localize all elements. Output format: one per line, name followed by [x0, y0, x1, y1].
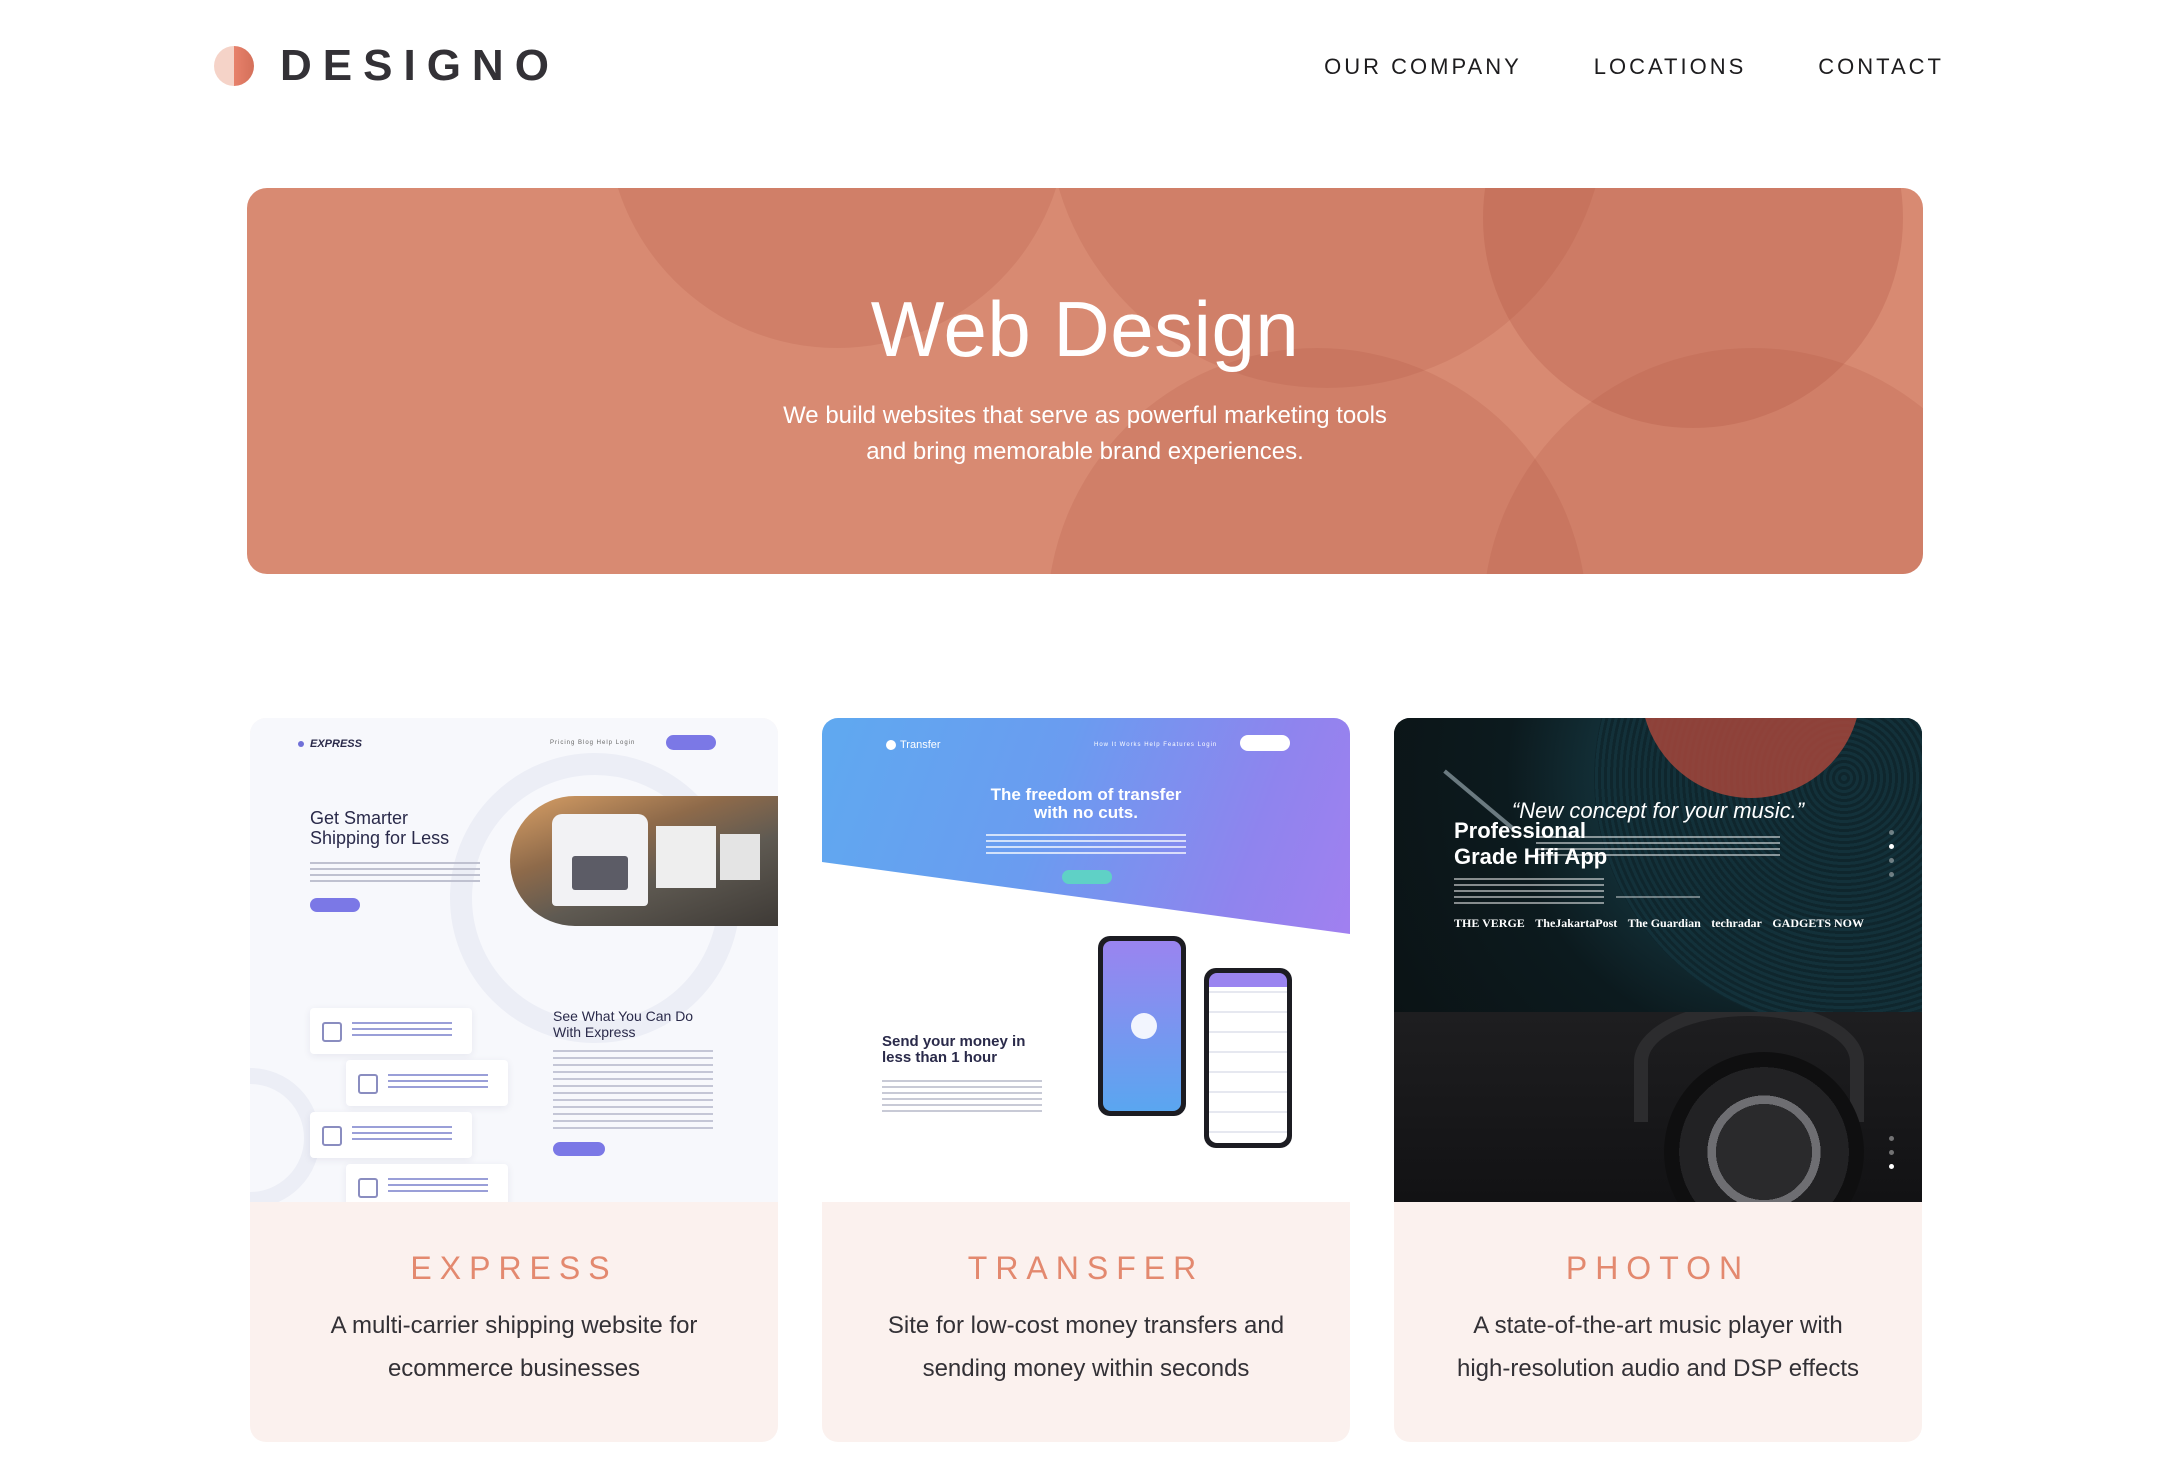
- page-title: Web Design: [870, 285, 1300, 373]
- truck-photo: [510, 796, 778, 926]
- photon-thumbnail: “New concept for your music.” THE VERGE …: [1394, 718, 1922, 1202]
- nav-locations[interactable]: LOCATIONS: [1594, 52, 1747, 82]
- express-section-heading: See What You Can Do With Express: [553, 1008, 694, 1040]
- transfer-section-heading: Send your money in less than 1 hour: [882, 1033, 1026, 1066]
- press-logos: THE VERGE TheJakartaPost The Guardian te…: [1454, 916, 1864, 931]
- hero-subtitle-line2: and bring memorable brand experiences.: [866, 438, 1304, 465]
- press-logo: GADGETS NOW: [1772, 916, 1864, 930]
- slide-dot: [1889, 1164, 1894, 1169]
- press-logo: The Guardian: [1627, 916, 1701, 930]
- card-title: EXPRESS: [410, 1250, 618, 1286]
- feature-box: [310, 1112, 472, 1158]
- logo[interactable]: DESIGNO: [214, 44, 560, 88]
- transfer-thumbnail: Transfer How It Works Help Features Logi…: [822, 718, 1350, 1202]
- express-signup-pill: [666, 735, 716, 750]
- slide-dot: [1889, 830, 1894, 835]
- feature-box: [310, 1008, 472, 1054]
- transfer-register-pill: [1240, 735, 1290, 751]
- hero-subtitle: We build websites that serve as powerful…: [735, 398, 1435, 470]
- photon-divider: [1616, 896, 1700, 898]
- project-card-photon[interactable]: “New concept for your music.” THE VERGE …: [1394, 718, 1922, 1442]
- hero-decor-circle: [1483, 348, 1923, 574]
- card-description: A state-of-the-art music player with hig…: [1456, 1312, 1860, 1382]
- transfer-section-lines: [882, 1080, 1042, 1116]
- phone-screen: [1209, 973, 1287, 1143]
- press-logo: techradar: [1711, 916, 1762, 930]
- truck-trailer: [656, 826, 716, 888]
- card-title: TRANSFER: [967, 1250, 1205, 1286]
- phone-mockup: [1098, 936, 1186, 1116]
- slide-dot: [1889, 872, 1894, 877]
- express-thumbnail: EXPRESS Pricing Blog Help Login Get Smar…: [250, 718, 778, 1202]
- express-section-lines: [553, 1050, 713, 1132]
- nav-our-company[interactable]: OUR COMPANY: [1324, 52, 1522, 82]
- transfer-cta-pill: [1062, 870, 1112, 884]
- transfer-brand: Transfer: [900, 739, 941, 751]
- express-body-lines: [310, 862, 480, 884]
- phone-mockup: [1204, 968, 1292, 1148]
- photon-section-heading: Professional Grade Hifi App: [1454, 818, 1608, 869]
- truck-grill: [572, 856, 628, 890]
- press-logo: THE VERGE: [1454, 916, 1525, 930]
- express-cta-pill: [310, 898, 360, 912]
- project-card-transfer[interactable]: Transfer How It Works Help Features Logi…: [822, 718, 1350, 1442]
- card-description: Site for low-cost money transfers and se…: [887, 1312, 1285, 1382]
- photon-section-lines: [1454, 878, 1604, 906]
- card-title: PHOTON: [1565, 1250, 1751, 1286]
- slide-dot: [1889, 844, 1894, 849]
- slide-dot: [1889, 1136, 1894, 1141]
- feature-box: [346, 1060, 508, 1106]
- feature-box: [346, 1164, 508, 1202]
- logo-text: DESIGNO: [280, 41, 560, 90]
- transfer-nav: How It Works Help Features Login: [1094, 742, 1218, 748]
- card-description: A multi-carrier shipping website for eco…: [330, 1312, 698, 1382]
- slide-dot: [1889, 858, 1894, 863]
- express-logo-icon: [298, 741, 304, 747]
- express-headline: Get Smarter Shipping for Less: [310, 808, 450, 848]
- press-logo: TheJakartaPost: [1535, 916, 1618, 930]
- express-nav: Pricing Blog Help Login: [550, 740, 636, 746]
- express-pricing-pill: [553, 1142, 605, 1156]
- logo-mark-icon: [214, 46, 254, 86]
- transfer-headline-text: The freedom of transfer with no cuts.: [990, 785, 1182, 822]
- hero-banner: Web Design We build websites that serve …: [247, 188, 1923, 574]
- slide-dot: [1889, 1150, 1894, 1155]
- main-nav: OUR COMPANY LOCATIONS CONTACT: [1324, 52, 1944, 82]
- nav-contact[interactable]: CONTACT: [1818, 52, 1944, 82]
- transfer-logo-icon: [886, 740, 896, 750]
- transfer-headline: The freedom of transfer with no cuts.: [822, 786, 1350, 822]
- phone-screen: [1103, 941, 1181, 1111]
- hero-subtitle-line1: We build websites that serve as powerful…: [783, 402, 1387, 429]
- site-header: DESIGNO OUR COMPANY LOCATIONS CONTACT: [0, 0, 2158, 140]
- slide-dots: [1889, 1136, 1895, 1178]
- headphones-photo: [1394, 1012, 1922, 1202]
- express-brand: EXPRESS: [310, 738, 362, 750]
- transfer-body-lines: [986, 834, 1186, 856]
- project-card-express[interactable]: EXPRESS Pricing Blog Help Login Get Smar…: [250, 718, 778, 1442]
- slide-dots: [1889, 830, 1895, 886]
- truck-trailer: [720, 834, 760, 880]
